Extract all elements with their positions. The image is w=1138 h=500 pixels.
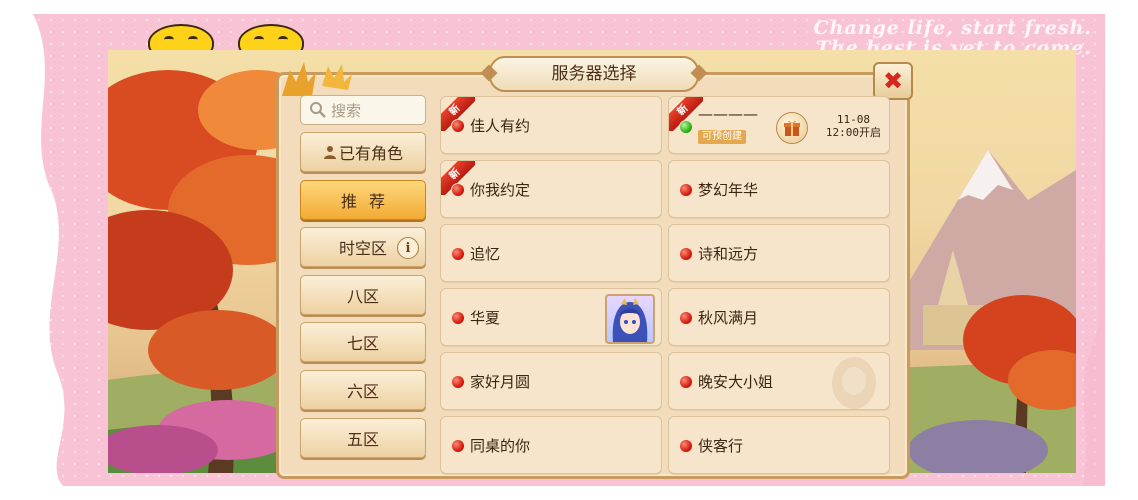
close-icon: ✖ xyxy=(882,67,904,95)
server-item[interactable]: 新 佳人有约 xyxy=(440,96,662,154)
tab-label: 时空区 xyxy=(338,239,387,258)
server-name: ———— xyxy=(698,105,758,123)
person-icon xyxy=(323,146,336,159)
server-name: 秋风满月 xyxy=(698,309,759,327)
search-placeholder: 搜索 xyxy=(331,101,362,120)
info-icon[interactable]: i xyxy=(397,237,419,259)
tab-zone-6[interactable]: 六区 xyxy=(300,370,426,410)
status-dot-icon xyxy=(680,440,692,452)
server-name: 侠客行 xyxy=(698,437,744,455)
tab-label: 已有角色 xyxy=(338,144,403,163)
server-item[interactable]: 梦幻年华 xyxy=(668,160,890,218)
maple-leaf-icon xyxy=(282,62,352,96)
character-avatar xyxy=(605,294,655,344)
search-icon xyxy=(310,102,326,118)
status-dot-icon xyxy=(680,184,692,196)
search-input[interactable]: 搜索 xyxy=(300,95,426,125)
server-item[interactable]: 新 ———— 可预创建 11-08 12:00开启 xyxy=(668,96,890,154)
tab-label: 八区 xyxy=(346,287,379,306)
server-item[interactable]: 侠客行 xyxy=(668,416,890,474)
server-name: 同桌的你 xyxy=(470,437,531,455)
tab-zone-5[interactable]: 五区 xyxy=(300,418,426,458)
server-item[interactable]: 华夏 xyxy=(440,288,662,346)
server-item[interactable]: 同桌的你 xyxy=(440,416,662,474)
server-name: 华夏 xyxy=(470,309,501,327)
tab-space-time-zone[interactable]: 时空区 i xyxy=(300,227,426,267)
tab-existing-characters[interactable]: 已有角色 xyxy=(300,132,426,172)
server-name: 佳人有约 xyxy=(470,117,531,135)
server-item[interactable]: 诗和远方 xyxy=(668,224,890,282)
tab-recommended[interactable]: 推荐 xyxy=(300,180,426,220)
server-item[interactable]: 新 你我约定 xyxy=(440,160,662,218)
tab-zone-8[interactable]: 八区 xyxy=(300,275,426,315)
close-button[interactable]: ✖ xyxy=(873,62,913,100)
status-dot-icon xyxy=(452,376,464,388)
server-item[interactable]: 秋风满月 xyxy=(668,288,890,346)
server-name: 梦幻年华 xyxy=(698,181,759,199)
server-item[interactable]: 家好月圆 xyxy=(440,352,662,410)
tab-zone-7[interactable]: 七区 xyxy=(300,322,426,362)
tab-label: 七区 xyxy=(346,334,379,353)
character-watermark xyxy=(832,357,876,409)
status-dot-icon xyxy=(452,120,464,132)
server-name: 诗和远方 xyxy=(698,245,759,263)
server-name: 家好月圆 xyxy=(470,373,531,391)
tab-label: 五区 xyxy=(346,430,379,449)
prebook-tag: 可预创建 xyxy=(698,130,746,144)
server-name: 晚安大小姐 xyxy=(698,373,774,391)
status-dot-icon xyxy=(452,248,464,260)
server-item[interactable]: 追忆 xyxy=(440,224,662,282)
page-title: 服务器选择 xyxy=(489,56,699,92)
tab-label: 六区 xyxy=(346,382,379,401)
status-dot-icon xyxy=(452,312,464,324)
server-name: 追忆 xyxy=(470,245,501,263)
status-dot-icon xyxy=(452,440,464,452)
status-dot-icon xyxy=(680,121,692,133)
open-time: 11-08 12:00开启 xyxy=(825,113,881,139)
status-dot-icon xyxy=(680,312,692,324)
server-item[interactable]: 晚安大小姐 xyxy=(668,352,890,410)
status-dot-icon xyxy=(680,248,692,260)
server-name: 你我约定 xyxy=(470,181,531,199)
gift-button[interactable] xyxy=(776,112,808,144)
gift-icon xyxy=(784,120,800,136)
tab-label: 推荐 xyxy=(340,192,397,211)
status-dot-icon xyxy=(452,184,464,196)
status-dot-icon xyxy=(680,376,692,388)
